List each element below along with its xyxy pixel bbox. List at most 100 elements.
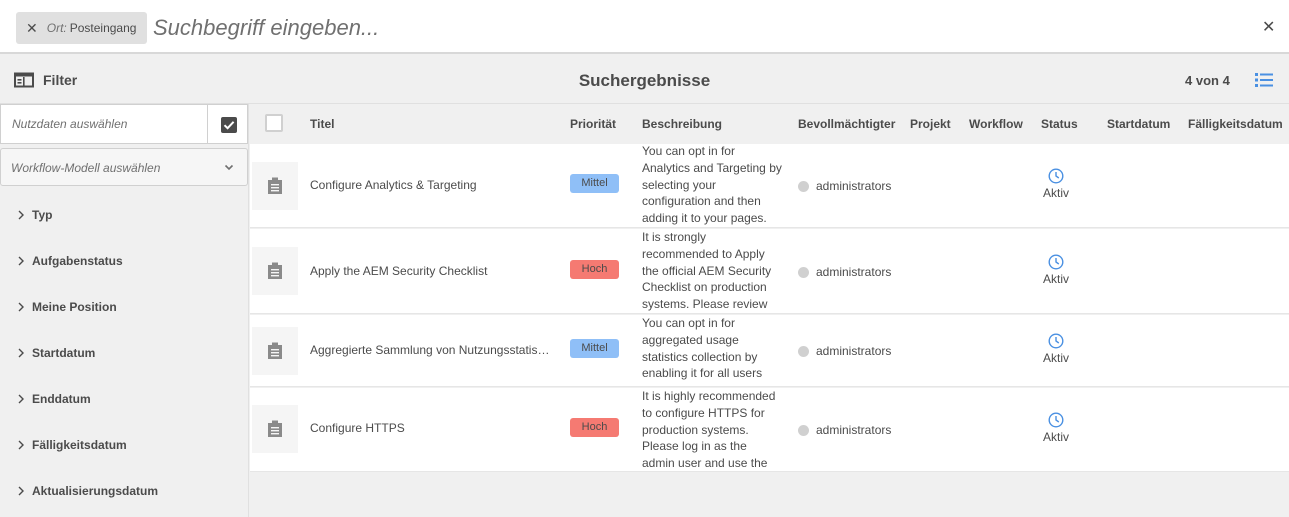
clipboard-icon [268,420,282,437]
status-label: Aktiv [1042,351,1069,365]
facet-label: Meine Position [32,300,117,314]
status-label: Aktiv [1042,272,1069,286]
assignee-name: administrators [816,265,892,279]
chevron-right-icon [18,210,24,220]
select-all-checkbox[interactable] [265,114,283,132]
task-thumbnail [252,247,298,295]
page-title: Suchergebnisse [578,71,711,90]
task-description: You can opt in for aggregated usage stat… [642,316,763,381]
chevron-down-icon [224,164,234,171]
location-tag-key: Ort: [46,21,67,35]
priority-badge: Hoch [570,418,619,437]
user-avatar-icon [798,345,809,357]
task-description: You can opt in for Analytics and Targeti… [642,144,782,226]
column-header-prioritaet[interactable]: Priorität [570,117,616,131]
facet-label: Aufgabenstatus [32,254,123,268]
task-assignee: administrators [798,179,891,193]
user-avatar-icon [798,180,809,192]
column-header-titel[interactable]: Titel [310,117,334,131]
assignee-name: administrators [816,423,892,437]
task-title: Aggregierte Sammlung von Nutzungsstatist… [310,343,550,357]
facet-label: Enddatum [32,392,91,406]
column-header-faelligkeitsdatum[interactable]: Fälligkeitsdatum [1188,117,1283,131]
payload-input[interactable] [1,105,208,143]
filter-rail: Workflow-Modell auswählen Typ Aufgabenst… [0,104,249,517]
task-title: Configure Analytics & Targeting [310,178,477,192]
inbox-search-app: ✕ Ort: Posteingang ✕ Filter Suchergebnis… [0,0,1289,517]
task-thumbnail [252,162,298,210]
table-row[interactable]: Apply the AEM Security Checklist Hoch It… [250,229,1289,314]
search-bar: ✕ Ort: Posteingang ✕ [0,0,1289,54]
table-row[interactable]: Configure Analytics & Targeting Mittel Y… [250,144,1289,228]
table-row[interactable]: Configure HTTPS Hoch It is highly recomm… [250,388,1289,472]
task-thumbnail [252,327,298,375]
facet-enddatum[interactable]: Enddatum [18,389,91,409]
task-status: Aktiv [1041,168,1071,200]
assignee-name: administrators [816,179,892,193]
column-header-workflow[interactable]: Workflow [969,117,1023,131]
task-assignee: administrators [798,344,891,358]
user-avatar-icon [798,266,809,278]
clock-icon [1048,412,1064,428]
payload-field [0,104,248,144]
facet-label: Typ [32,208,53,222]
task-assignee: administrators [798,423,891,437]
workflow-model-placeholder: Workflow-Modell auswählen [11,161,161,175]
clock-icon [1048,168,1064,184]
task-description: It is highly recommended to configure HT… [642,389,776,471]
task-assignee: administrators [798,265,891,279]
workflow-model-select[interactable]: Workflow-Modell auswählen [0,148,248,186]
table-header: Titel Priorität Beschreibung Bevollmächt… [250,104,1289,142]
table-row[interactable]: Aggregierte Sammlung von Nutzungsstatist… [250,315,1289,387]
priority-badge: Mittel [570,339,619,358]
column-header-bevollmaechtigter[interactable]: Bevollmächtigter [798,117,895,131]
facet-faelligkeitsdatum[interactable]: Fälligkeitsdatum [18,435,127,455]
column-header-startdatum[interactable]: Startdatum [1107,117,1170,131]
results-table: Titel Priorität Beschreibung Bevollmächt… [250,104,1289,517]
chevron-right-icon [18,486,24,496]
filter-label: Filter [43,72,78,88]
location-tag-value: Posteingang [69,21,137,35]
facet-aktualisierungsdatum[interactable]: Aktualisierungsdatum [18,481,158,501]
results-toolbar: Filter Suchergebnisse 4 von 4 [0,56,1289,104]
clipboard-icon [268,342,282,359]
remove-tag-icon[interactable]: ✕ [26,21,38,35]
chevron-right-icon [18,348,24,358]
list-view-button[interactable] [1255,72,1273,93]
location-tag[interactable]: ✕ Ort: Posteingang [16,12,148,44]
facet-aufgabenstatus[interactable]: Aufgabenstatus [18,251,123,271]
filter-toggle-button[interactable]: Filter [14,72,77,88]
facet-label: Fälligkeitsdatum [32,438,127,452]
facet-label: Aktualisierungsdatum [32,484,159,498]
facet-meine-position[interactable]: Meine Position [18,297,117,317]
result-count: 4 von 4 [1185,73,1230,88]
user-avatar-icon [798,424,809,436]
chevron-right-icon [18,394,24,404]
clipboard-icon [268,262,282,279]
column-header-projekt[interactable]: Projekt [910,117,951,131]
chevron-right-icon [18,256,24,266]
status-label: Aktiv [1042,430,1069,444]
search-input[interactable] [153,13,1233,43]
checkmark-icon [223,121,235,130]
facet-startdatum[interactable]: Startdatum [18,343,95,363]
status-label: Aktiv [1042,186,1069,200]
chevron-right-icon [18,302,24,312]
column-header-beschreibung[interactable]: Beschreibung [642,117,722,131]
priority-badge: Mittel [570,174,619,193]
priority-badge: Hoch [570,260,619,279]
task-status: Aktiv [1041,333,1071,365]
list-view-icon [1255,73,1273,87]
facet-label: Startdatum [32,346,96,360]
assignee-name: administrators [816,344,892,358]
payload-picker-button[interactable] [221,117,237,133]
column-header-status[interactable]: Status [1041,117,1078,131]
clipboard-icon [268,177,282,194]
facet-typ[interactable]: Typ [18,205,52,225]
filter-rail-icon [14,72,34,88]
close-icon[interactable]: ✕ [1262,20,1275,36]
task-thumbnail [252,405,298,453]
chevron-right-icon [18,440,24,450]
task-title: Apply the AEM Security Checklist [310,264,488,278]
task-description: It is strongly recommended to Apply the … [642,230,772,312]
